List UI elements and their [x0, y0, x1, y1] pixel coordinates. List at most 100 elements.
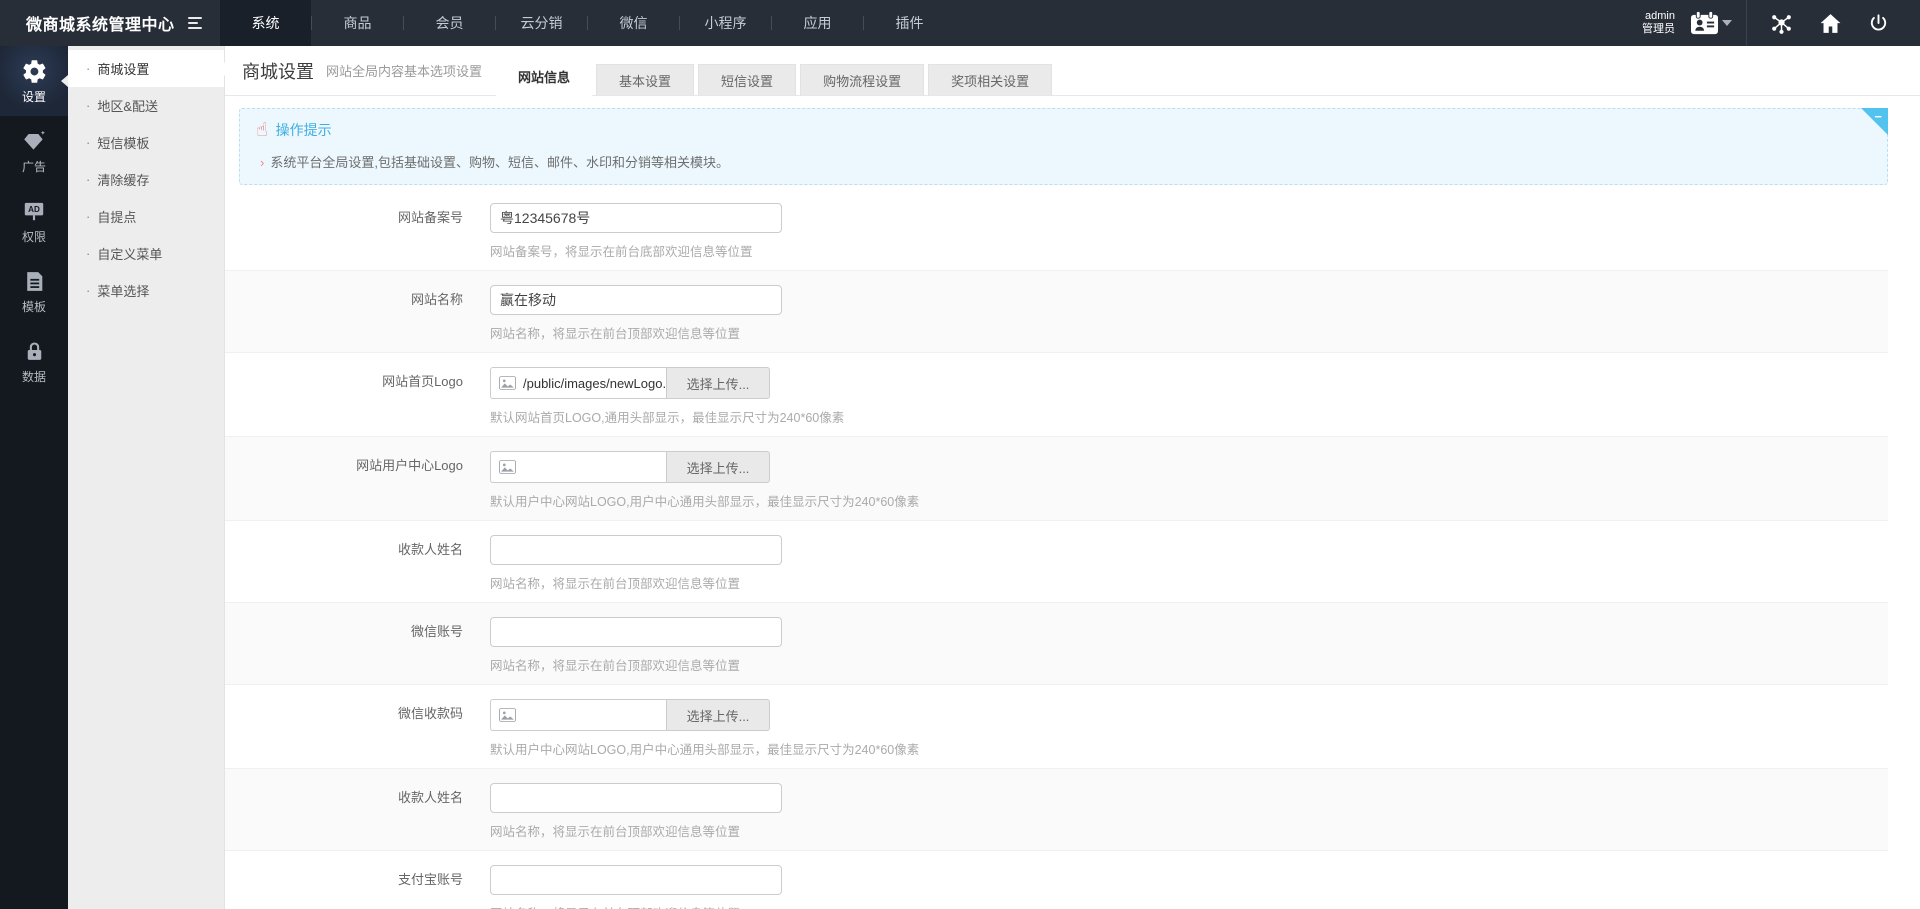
- field-hint: 默认用户中心网站LOGO,用户中心通用头部显示，最佳显示尺寸为240*60像素: [490, 739, 1888, 758]
- svg-text:AD: AD: [28, 205, 40, 214]
- main-content: 商城设置 网站全局内容基本选项设置 网站信息基本设置短信设置购物流程设置奖项相关…: [225, 46, 1920, 909]
- topbar-divider: [1746, 0, 1747, 46]
- submenu-item-2[interactable]: ·短信模板: [68, 124, 224, 161]
- submenu-item-1[interactable]: · 地区&配送: [68, 87, 224, 124]
- user-info: admin 管理员: [1642, 10, 1675, 36]
- field-hint: 默认网站首页LOGO,通用头部显示，最佳显示尺寸为240*60像素: [490, 407, 1888, 426]
- upload-path-field[interactable]: [490, 451, 666, 483]
- field-label: 网站名称: [225, 285, 463, 315]
- menu-collapse-icon[interactable]: [188, 0, 212, 46]
- page-body: ☝ 操作提示 ›系统平台全局设置,包括基础设置、购物、短信、邮件、水印和分销等相…: [225, 96, 1920, 909]
- breadcrumb: 商城设置 网站全局内容基本选项设置: [242, 46, 496, 95]
- notice-box: ☝ 操作提示 ›系统平台全局设置,包括基础设置、购物、短信、邮件、水印和分销等相…: [239, 108, 1888, 185]
- text-input[interactable]: [490, 285, 782, 315]
- power-icon[interactable]: [1855, 0, 1902, 46]
- topnav-item-7[interactable]: 插件: [864, 0, 955, 46]
- form-row-6: 微信收款码 选择上传... 默认用户中心网站LOGO,用户中心通用头部显示，最佳显示…: [225, 685, 1888, 769]
- form-row-0: 网站备案号网站备案号，将显示在前台底部欢迎信息等位置: [225, 189, 1888, 271]
- topnav-item-2[interactable]: 会员: [404, 0, 495, 46]
- submenu-item-label: 地区&配送: [97, 96, 158, 115]
- upload-path-field[interactable]: /public/images/newLogo.pn: [490, 367, 666, 399]
- text-input[interactable]: [490, 203, 782, 233]
- topnav-item-0[interactable]: 系统: [220, 0, 311, 46]
- submenu-item-6[interactable]: ·菜单选择: [68, 272, 224, 309]
- form-row-7: 收款人姓名网站名称，将显示在前台顶部欢迎信息等位置: [225, 769, 1888, 851]
- form-row-1: 网站名称网站名称，将显示在前台顶部欢迎信息等位置: [225, 271, 1888, 353]
- sidebar-module-4[interactable]: 数据: [0, 326, 68, 396]
- notice-body: ›系统平台全局设置,包括基础设置、购物、短信、邮件、水印和分销等相关模块。: [256, 152, 1871, 171]
- form-row-3: 网站用户中心Logo 选择上传... 默认用户中心网站LOGO,用户中心通用头部显示…: [225, 437, 1888, 521]
- submenu-bullet: ·: [86, 61, 90, 76]
- gem-icon: [21, 127, 47, 155]
- form-row-4: 收款人姓名网站名称，将显示在前台顶部欢迎信息等位置: [225, 521, 1888, 603]
- submenu-item-label: 菜单选择: [97, 281, 149, 300]
- sidebar-module-1[interactable]: 广告: [0, 116, 68, 186]
- field-label: 网站首页Logo: [225, 367, 463, 399]
- tab-2[interactable]: 短信设置: [698, 64, 796, 95]
- submenu-item-label: 自提点: [97, 207, 136, 226]
- upload-button[interactable]: 选择上传...: [666, 367, 770, 399]
- topnav-item-4[interactable]: 微信: [588, 0, 679, 46]
- text-input[interactable]: [490, 535, 782, 565]
- field-label: 收款人姓名: [225, 535, 463, 565]
- topnav-item-6[interactable]: 应用: [772, 0, 863, 46]
- sidebar-module-3[interactable]: 模板: [0, 256, 68, 326]
- notice-title: 操作提示: [276, 120, 332, 140]
- form-row-top: 网站首页Logo/public/images/newLogo.pn选择上传...: [225, 367, 1888, 399]
- sidebar-module-0[interactable]: 设置: [0, 46, 68, 116]
- tab-1[interactable]: 基本设置: [596, 64, 694, 95]
- topbar: 微商城系统管理中心 系统商品会员云分销微信小程序应用插件 admin 管理员: [0, 0, 1920, 46]
- field-control: /public/images/newLogo.pn选择上传...: [490, 367, 770, 399]
- field-label: 网站备案号: [225, 203, 463, 233]
- page-header: 商城设置 网站全局内容基本选项设置 网站信息基本设置短信设置购物流程设置奖项相关…: [225, 46, 1920, 96]
- submenu-item-label: 短信模板: [97, 133, 149, 152]
- field-hint: 网站名称，将显示在前台顶部欢迎信息等位置: [490, 573, 1888, 592]
- sidebar-module-2[interactable]: AD权限: [0, 186, 68, 256]
- field-control: [490, 783, 782, 813]
- tab-4[interactable]: 奖项相关设置: [928, 64, 1052, 95]
- upload-control: /public/images/newLogo.pn选择上传...: [490, 367, 770, 399]
- home-icon[interactable]: [1806, 0, 1855, 46]
- settings-form: 网站备案号网站备案号，将显示在前台底部欢迎信息等位置网站名称网站名称，将显示在前…: [225, 189, 1888, 909]
- user-name: admin: [1642, 10, 1675, 23]
- notice-collapse-icon[interactable]: −: [1874, 110, 1882, 123]
- topnav-item-1[interactable]: 商品: [312, 0, 403, 46]
- form-row-top: 网站用户中心Logo 选择上传...: [225, 451, 1888, 483]
- submenu-item-0[interactable]: ·商城设置: [68, 50, 224, 87]
- image-icon: [499, 460, 516, 474]
- upload-button[interactable]: 选择上传...: [666, 451, 770, 483]
- field-label: 网站用户中心Logo: [225, 451, 463, 483]
- submenu-item-label: 自定义菜单: [97, 244, 162, 263]
- topnav-item-5[interactable]: 小程序: [680, 0, 771, 46]
- form-row-top: 支付宝账号: [225, 865, 1888, 895]
- document-icon: [22, 267, 47, 295]
- sidebar-module-label: 数据: [22, 368, 46, 385]
- field-label: 微信收款码: [225, 699, 463, 731]
- upload-path-field[interactable]: [490, 699, 666, 731]
- field-hint: 网站名称，将显示在前台顶部欢迎信息等位置: [490, 903, 1888, 909]
- tab-0[interactable]: 网站信息: [496, 57, 592, 96]
- id-card-icon[interactable]: [1685, 0, 1736, 46]
- text-input[interactable]: [490, 865, 782, 895]
- form-row-top: 收款人姓名: [225, 535, 1888, 565]
- share-icon[interactable]: [1757, 0, 1806, 46]
- form-row-2: 网站首页Logo/public/images/newLogo.pn选择上传...…: [225, 353, 1888, 437]
- submenu-item-5[interactable]: ·自定义菜单: [68, 235, 224, 272]
- field-control: [490, 203, 782, 233]
- field-control: 选择上传...: [490, 699, 770, 731]
- topnav-item-3[interactable]: 云分销: [496, 0, 587, 46]
- submenu-item-3[interactable]: ·清除缓存: [68, 161, 224, 198]
- text-input[interactable]: [490, 783, 782, 813]
- field-hint: 默认用户中心网站LOGO,用户中心通用头部显示，最佳显示尺寸为240*60像素: [490, 491, 1888, 510]
- notice-bullet-icon: ›: [260, 155, 264, 170]
- field-label: 支付宝账号: [225, 865, 463, 895]
- upload-control: 选择上传...: [490, 451, 770, 483]
- submenu-bullet: ·: [86, 98, 90, 113]
- text-input[interactable]: [490, 617, 782, 647]
- form-row-8: 支付宝账号网站名称，将显示在前台顶部欢迎信息等位置: [225, 851, 1888, 909]
- submenu-item-4[interactable]: ·自提点: [68, 198, 224, 235]
- topbar-right: admin 管理员: [1642, 0, 1920, 46]
- upload-button[interactable]: 选择上传...: [666, 699, 770, 731]
- tab-3[interactable]: 购物流程设置: [800, 64, 924, 95]
- form-row-top: 网站名称: [225, 285, 1888, 315]
